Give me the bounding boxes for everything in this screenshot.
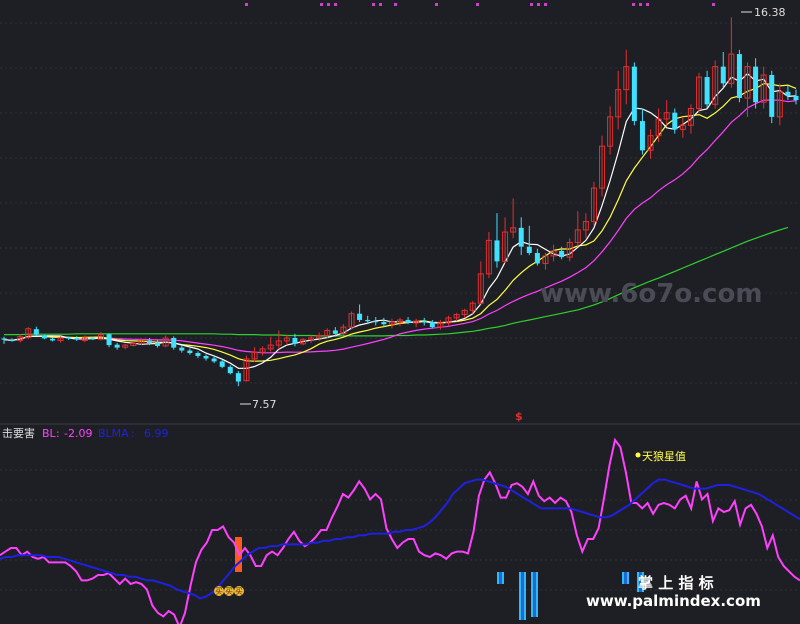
candle-body-down xyxy=(357,313,363,320)
top-marker-dot xyxy=(537,3,540,6)
candle-body-down xyxy=(704,77,710,105)
low-price-label: 7.57 xyxy=(252,398,277,411)
candle-body-down xyxy=(219,361,225,367)
candle-body-down xyxy=(292,337,298,344)
buy-badge-text: 买 xyxy=(215,587,223,596)
candle-body-down xyxy=(106,334,112,346)
candle-body-down xyxy=(526,246,532,253)
candle-body-down xyxy=(179,347,185,351)
top-marker-dot xyxy=(372,3,375,6)
candle-body-down xyxy=(49,338,55,341)
candle-body-down xyxy=(405,319,411,323)
candle-body-down xyxy=(736,54,742,99)
candle-body-down xyxy=(33,329,39,335)
blue-signal-bar-core xyxy=(533,572,536,617)
candle-body-down xyxy=(66,337,72,339)
candle-body-down xyxy=(494,240,500,262)
candle-body-down xyxy=(9,340,15,342)
candle-body-down xyxy=(365,319,371,322)
top-marker-dot xyxy=(646,3,649,6)
candle-body-down xyxy=(793,95,799,101)
top-marker-dot xyxy=(632,3,635,6)
top-marker-dot xyxy=(476,3,479,6)
candle-body-down xyxy=(211,358,217,362)
candle-body-down xyxy=(534,252,540,264)
blue-signal-bar-core xyxy=(521,572,524,620)
candle-body-down xyxy=(421,321,427,323)
candle-body-down xyxy=(373,321,379,323)
candle-body-down xyxy=(332,330,338,334)
peak-label: 天狼星值 xyxy=(642,449,686,463)
top-marker-dot xyxy=(435,3,438,6)
top-marker-dot xyxy=(327,3,330,6)
high-price-label: 16.38 xyxy=(754,6,786,19)
candle-body-down xyxy=(235,373,241,382)
candle-body-down xyxy=(195,353,201,356)
candle-body-down xyxy=(90,338,96,340)
bottom-watermark-cn: 掌 上 指 标 xyxy=(638,574,714,592)
candle-body-down xyxy=(171,337,177,348)
candle-body-down xyxy=(631,66,637,122)
candle-body-down xyxy=(146,340,152,343)
indicator-title: 击要害 xyxy=(2,426,35,440)
candle-body-down xyxy=(518,227,524,247)
blue-signal-bar-core xyxy=(499,572,502,584)
stock-chart: www.6o7o.com 16.38 7.57 $ 击要害 BL : -2.09… xyxy=(0,0,800,624)
top-marker-dot xyxy=(334,3,337,6)
candle-body-down xyxy=(429,322,435,328)
candle-body-down xyxy=(227,366,233,374)
blma-legend-name: BLMA xyxy=(98,427,129,440)
candle-body-down xyxy=(785,91,791,96)
top-marker-dot xyxy=(245,3,248,6)
candle-body-down xyxy=(753,66,759,103)
bl-legend-name: BL xyxy=(42,427,57,440)
watermark-text: www.6o7o.com xyxy=(540,279,762,309)
buy-badges: 买买买 xyxy=(214,586,244,596)
bl-legend-sep: : xyxy=(56,427,60,440)
top-marker-dot xyxy=(394,3,397,6)
candle-body-down xyxy=(672,112,678,130)
indicator-legend: 击要害 BL : -2.09 BLMA : 6.99 xyxy=(2,426,169,440)
blma-legend-sep: : xyxy=(131,427,135,440)
candle-body-down xyxy=(639,121,645,151)
candle-body-down xyxy=(1,338,7,340)
buy-badge-text: 买 xyxy=(225,587,233,596)
candle-body-down xyxy=(187,350,193,354)
candle-body-down xyxy=(381,322,387,325)
blue-signal-bar-core xyxy=(624,572,627,584)
top-marker-dot xyxy=(530,3,533,6)
bl-legend-value: -2.09 xyxy=(64,427,92,440)
candle-body-down xyxy=(74,338,80,340)
candle-body-down xyxy=(559,250,565,258)
bottom-watermark-url: www.palmindex.com xyxy=(586,592,761,610)
signal-dollar-mark: $ xyxy=(515,410,523,423)
top-marker-dot xyxy=(712,3,715,6)
buy-badge-text: 买 xyxy=(235,587,243,596)
candle-body-down xyxy=(114,344,120,348)
top-marker-dot xyxy=(639,3,642,6)
top-marker-dot xyxy=(379,3,382,6)
blma-legend-value: 6.99 xyxy=(144,427,169,440)
peak-label-group: 天狼星值 xyxy=(635,449,686,463)
top-marker-dot xyxy=(320,3,323,6)
top-marker-dot xyxy=(544,3,547,6)
candle-body-down xyxy=(720,66,726,84)
candle-body-down xyxy=(155,342,161,346)
candle-body-down xyxy=(769,75,775,117)
candle-body-down xyxy=(203,355,209,359)
candle-body-down xyxy=(41,335,47,339)
peak-dot xyxy=(635,452,641,458)
